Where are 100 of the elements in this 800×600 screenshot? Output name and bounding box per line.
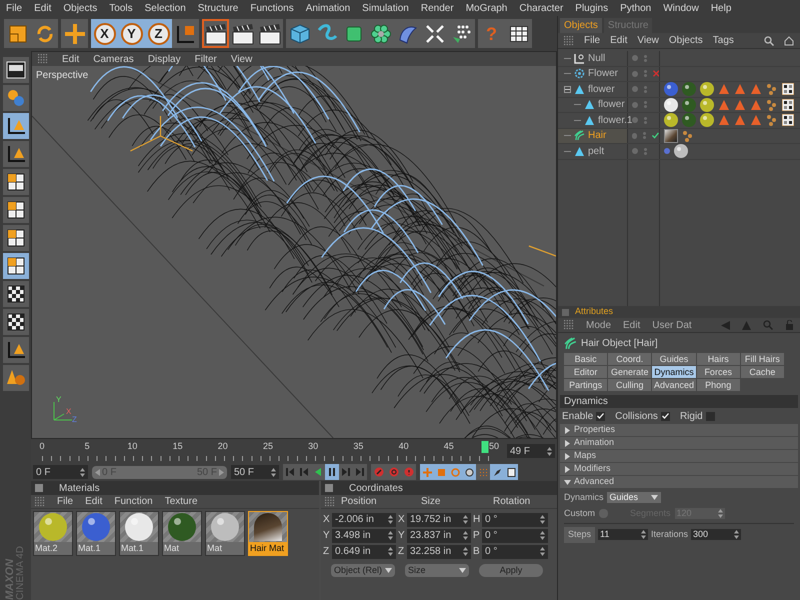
attribute-tab[interactable]: Guides bbox=[652, 353, 696, 365]
editor-dots-icon[interactable] bbox=[644, 54, 647, 62]
side-tool-button[interactable] bbox=[2, 253, 28, 279]
attribute-tab[interactable]: Forces bbox=[696, 366, 740, 378]
menu-item[interactable]: Plugins bbox=[575, 0, 608, 16]
panel-toggle-icon[interactable] bbox=[325, 484, 333, 492]
attribute-tab[interactable]: Basic bbox=[564, 353, 608, 365]
object-row[interactable]: Hair bbox=[558, 128, 628, 143]
playback-button[interactable] bbox=[325, 464, 339, 480]
spinner-icon[interactable] bbox=[80, 468, 85, 476]
material-swatch[interactable]: Mat bbox=[205, 511, 245, 556]
spinner-icon[interactable] bbox=[547, 446, 552, 456]
triangle-tag-icon[interactable] bbox=[734, 98, 746, 111]
spinner-icon[interactable] bbox=[734, 530, 740, 540]
toolbar-button[interactable] bbox=[229, 19, 256, 48]
spinner-icon[interactable] bbox=[540, 515, 545, 524]
editor-dots-icon[interactable] bbox=[644, 70, 647, 78]
menu-item[interactable]: Simulation bbox=[362, 0, 409, 16]
material-swatch[interactable]: Mat bbox=[162, 511, 202, 556]
side-tool-button[interactable] bbox=[2, 197, 28, 223]
menu-item[interactable]: Window bbox=[663, 0, 699, 16]
object-row[interactable]: Flower bbox=[558, 66, 628, 81]
material-tag-icon[interactable] bbox=[700, 98, 714, 112]
viewport-menu-item[interactable]: Cameras bbox=[93, 52, 134, 66]
viewport-menu-item[interactable]: View bbox=[230, 52, 252, 66]
object-row[interactable]: Null bbox=[558, 51, 628, 66]
check-icon[interactable] bbox=[652, 132, 659, 140]
menu-item[interactable]: Objects bbox=[63, 0, 98, 16]
menu-item[interactable]: Animation bbox=[306, 0, 350, 16]
spinner-icon[interactable] bbox=[540, 531, 545, 540]
material-tag-icon[interactable] bbox=[700, 82, 714, 96]
toolbar-button[interactable] bbox=[505, 19, 532, 48]
checkbox[interactable] bbox=[660, 412, 670, 420]
search-icon[interactable] bbox=[764, 36, 774, 46]
collapsible-group[interactable]: Advanced bbox=[560, 476, 798, 488]
size-field[interactable]: 19.752 in bbox=[407, 512, 471, 526]
side-tool-button[interactable] bbox=[2, 113, 28, 139]
menu-item[interactable]: File bbox=[6, 0, 22, 16]
manager-menu-item[interactable]: Objects bbox=[668, 33, 703, 48]
attribute-tab[interactable]: Fill Hairs bbox=[740, 353, 784, 365]
material-tag-icon[interactable] bbox=[674, 144, 688, 158]
spinner-icon[interactable] bbox=[271, 468, 276, 476]
key-toggle-button[interactable] bbox=[462, 464, 476, 480]
dot-tag-icon[interactable] bbox=[664, 148, 670, 154]
side-tool-button[interactable] bbox=[2, 57, 28, 83]
steps-field[interactable]: 11 bbox=[598, 529, 648, 540]
side-tool-button[interactable] bbox=[2, 309, 28, 335]
panel-toggle-icon[interactable] bbox=[562, 308, 569, 316]
side-tool-button[interactable] bbox=[2, 141, 28, 167]
material-tag-icon[interactable] bbox=[700, 113, 714, 128]
menu-item[interactable]: Help bbox=[710, 0, 732, 16]
material-swatch[interactable]: Hair Mat bbox=[248, 511, 288, 556]
manager-menu-item[interactable]: View bbox=[637, 33, 659, 48]
material-tag-icon[interactable] bbox=[664, 82, 678, 96]
triangle-tag-icon[interactable] bbox=[750, 114, 762, 126]
attribute-tab[interactable]: Coord. bbox=[608, 353, 652, 365]
viewport-menu-item[interactable]: Filter bbox=[194, 52, 217, 66]
editor-dots-icon[interactable] bbox=[644, 148, 647, 155]
position-field[interactable]: 3.498 in bbox=[332, 528, 396, 542]
size-field[interactable]: 23.837 in bbox=[407, 528, 471, 542]
checker-tag-icon[interactable] bbox=[782, 98, 794, 111]
triangle-tag-icon[interactable] bbox=[750, 98, 762, 111]
material-tag-icon[interactable] bbox=[682, 113, 696, 128]
manager-tab[interactable]: Objects bbox=[560, 18, 602, 33]
menu-item[interactable]: Tools bbox=[109, 0, 133, 16]
panel-menu-item[interactable]: Edit bbox=[85, 494, 102, 509]
spinner-icon[interactable] bbox=[463, 547, 468, 556]
manager-menu-item[interactable]: Edit bbox=[623, 318, 640, 332]
position-field[interactable]: -2.006 in bbox=[332, 512, 396, 526]
viewport-menu-item[interactable]: Edit bbox=[62, 52, 80, 66]
end-frame-field[interactable]: 50 F bbox=[231, 465, 279, 479]
current-frame-field[interactable]: 49 F bbox=[507, 444, 555, 458]
toolbar-button[interactable] bbox=[448, 19, 475, 48]
material-tag-icon[interactable] bbox=[682, 82, 696, 96]
panel-toggle-icon[interactable] bbox=[35, 484, 43, 492]
collapsible-group[interactable]: Modifiers bbox=[560, 463, 798, 475]
spinner-icon[interactable] bbox=[388, 531, 393, 540]
spinner-icon[interactable] bbox=[641, 530, 646, 540]
material-swatch[interactable]: Mat.2 bbox=[33, 511, 73, 556]
checkbox[interactable] bbox=[596, 412, 606, 420]
menu-item[interactable]: Character bbox=[519, 0, 564, 16]
material-swatch[interactable]: Mat.1 bbox=[119, 511, 159, 556]
menu-item[interactable]: Python bbox=[620, 0, 652, 16]
triangle-tag-icon[interactable] bbox=[718, 83, 730, 96]
collapsible-group[interactable]: Properties bbox=[560, 424, 798, 436]
checker-tag-icon[interactable] bbox=[782, 83, 794, 96]
menu-item[interactable]: Functions bbox=[250, 0, 294, 16]
menu-item[interactable]: Selection bbox=[144, 0, 186, 16]
key-toggle-button[interactable] bbox=[504, 464, 518, 480]
iterations-field[interactable]: 300 bbox=[691, 529, 742, 540]
editor-dots-icon[interactable] bbox=[644, 101, 647, 108]
rotation-field[interactable]: 0 ° bbox=[482, 544, 548, 558]
spinner-icon[interactable] bbox=[388, 547, 393, 556]
manager-menu-item[interactable]: Edit bbox=[610, 33, 628, 48]
menu-item[interactable]: MoGraph bbox=[466, 0, 508, 16]
attribute-tab[interactable]: Generate bbox=[608, 366, 652, 378]
material-tag-icon[interactable] bbox=[664, 113, 678, 128]
hair-tag-icon[interactable] bbox=[664, 128, 678, 143]
triangle-tag-icon[interactable] bbox=[734, 83, 746, 96]
attribute-tab[interactable]: Dynamics bbox=[652, 366, 696, 378]
